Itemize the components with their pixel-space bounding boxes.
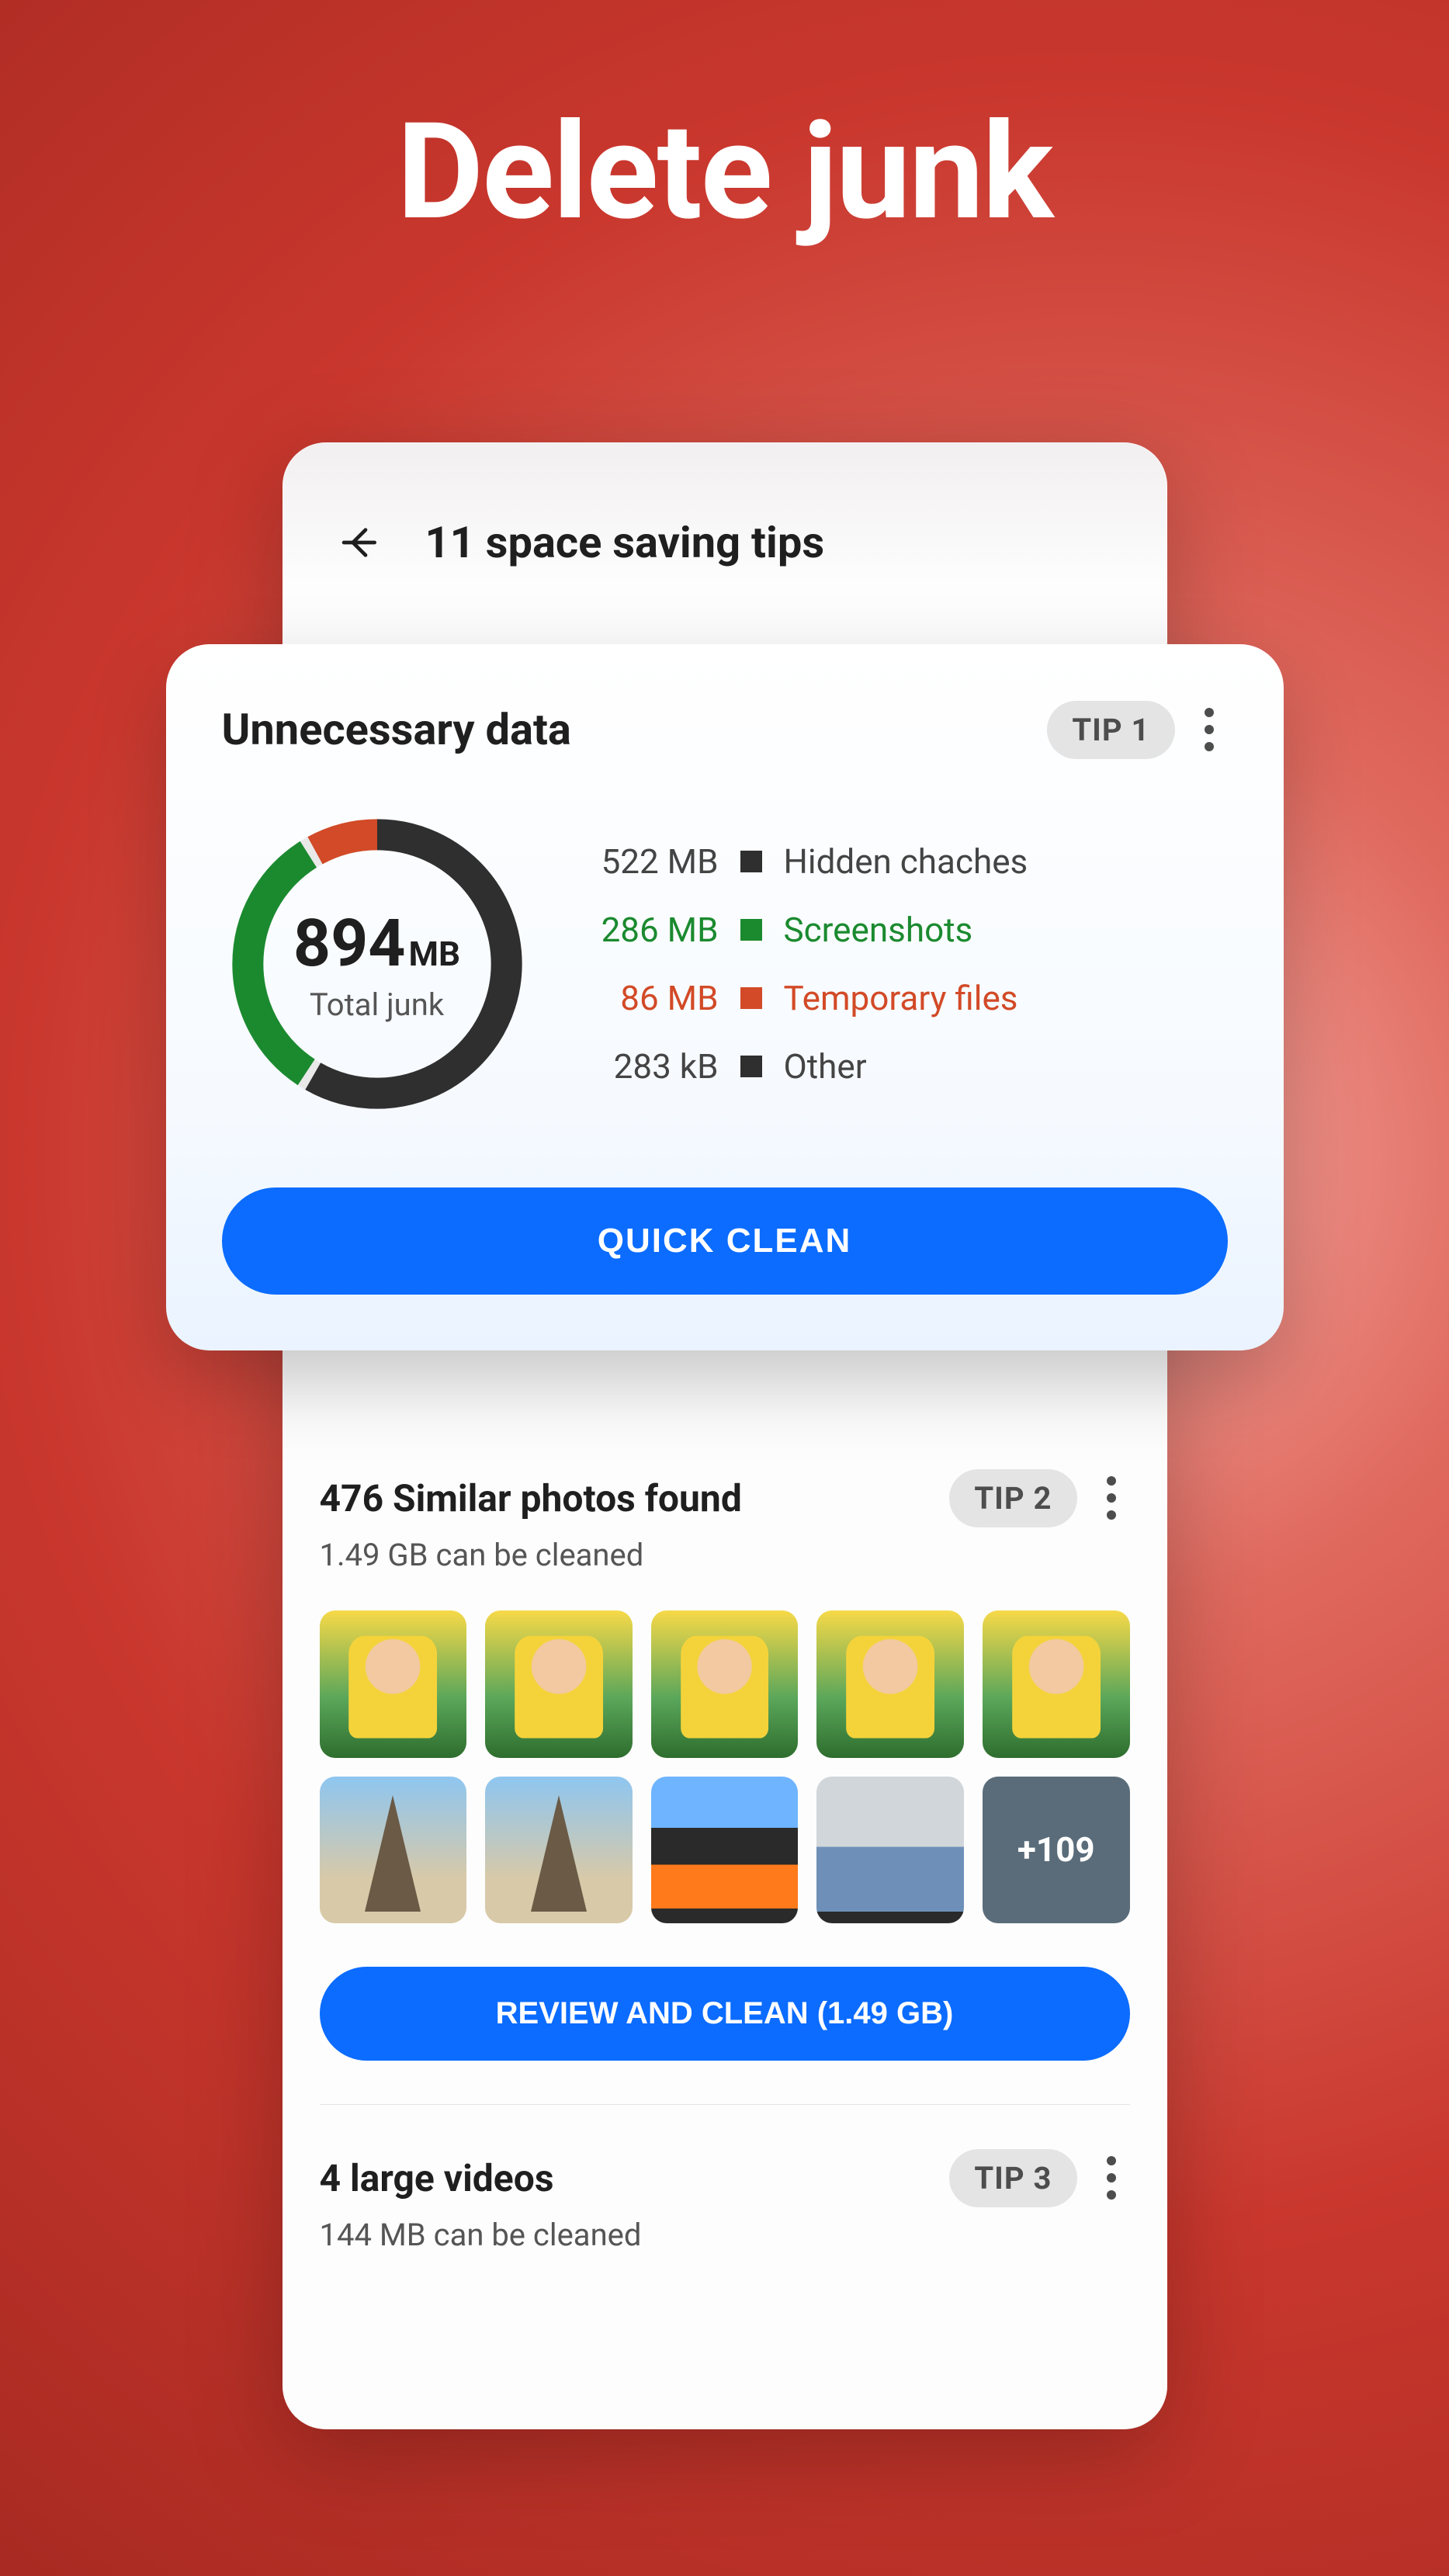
legend-item: 86 MB Temporary files — [579, 978, 1228, 1018]
tip-badge: TIP 3 — [949, 2149, 1076, 2207]
photo-thumbnails: +109 — [320, 1610, 1130, 1923]
legend-label: Other — [784, 1046, 867, 1087]
total-junk-value: 894 — [293, 905, 406, 982]
tip-badge: TIP 2 — [949, 1469, 1076, 1527]
photo-thumbnail[interactable] — [651, 1777, 799, 1924]
hero-title: Delete junk — [0, 0, 1449, 250]
more-menu-button[interactable] — [1093, 2148, 1130, 2207]
photo-thumbnail[interactable] — [320, 1610, 467, 1758]
junk-legend: 522 MB Hidden chaches 286 MB Screenshots… — [579, 841, 1228, 1087]
photo-thumbnail[interactable] — [485, 1777, 633, 1924]
more-menu-button[interactable] — [1093, 1468, 1130, 1527]
photo-thumbnail[interactable] — [816, 1777, 964, 1924]
junk-breakdown: 894MB Total junk 522 MB Hidden chaches 2… — [222, 809, 1228, 1119]
page-title: 11 space saving tips — [425, 517, 825, 568]
back-button[interactable] — [338, 521, 382, 564]
total-junk-label: Total junk — [310, 986, 444, 1023]
section-title: 476 Similar photos found — [320, 1476, 934, 1520]
legend-size: 286 MB — [579, 910, 719, 950]
total-junk-unit: MB — [408, 934, 460, 974]
section-subtitle: 144 MB can be cleaned — [320, 2217, 1130, 2253]
tip-badge: TIP 1 — [1047, 701, 1174, 759]
card-title: Unnecessary data — [222, 704, 1032, 755]
tip-large-videos: 4 large videos TIP 3 144 MB can be clean… — [320, 2104, 1130, 2297]
app-header: 11 space saving tips — [283, 486, 1167, 618]
photo-thumbnail[interactable] — [320, 1777, 467, 1924]
legend-item: 283 kB Other — [579, 1046, 1228, 1087]
junk-donut-chart: 894MB Total junk — [222, 809, 532, 1119]
legend-item: 522 MB Hidden chaches — [579, 841, 1228, 882]
section-subtitle: 1.49 GB can be cleaned — [320, 1537, 1130, 1573]
legend-size: 86 MB — [579, 978, 719, 1018]
legend-size: 522 MB — [579, 841, 719, 882]
photo-thumbnail[interactable] — [983, 1610, 1130, 1758]
section-title: 4 large videos — [320, 2156, 934, 2200]
legend-label: Temporary files — [784, 978, 1018, 1018]
more-menu-button[interactable] — [1191, 700, 1228, 759]
square-icon — [740, 1056, 762, 1077]
photo-thumbnail[interactable] — [485, 1610, 633, 1758]
tip-unnecessary-data-card: Unnecessary data TIP 1 894MB Total junk — [166, 644, 1284, 1350]
square-icon — [740, 919, 762, 941]
legend-item: 286 MB Screenshots — [579, 910, 1228, 950]
photo-thumbnail[interactable] — [816, 1610, 964, 1758]
square-icon — [740, 987, 762, 1009]
photo-thumbnail[interactable] — [651, 1610, 799, 1758]
review-and-clean-button[interactable]: REVIEW AND CLEAN (1.49 GB) — [320, 1967, 1130, 2061]
quick-clean-button[interactable]: QUICK CLEAN — [222, 1187, 1228, 1295]
legend-label: Screenshots — [784, 910, 973, 950]
tip-similar-photos: 476 Similar photos found TIP 2 1.49 GB c… — [320, 1425, 1130, 2104]
square-icon — [740, 851, 762, 872]
photo-thumbnail-overflow[interactable]: +109 — [983, 1777, 1130, 1924]
legend-size: 283 kB — [579, 1046, 719, 1087]
legend-label: Hidden chaches — [784, 841, 1028, 882]
arrow-left-icon — [338, 521, 382, 564]
